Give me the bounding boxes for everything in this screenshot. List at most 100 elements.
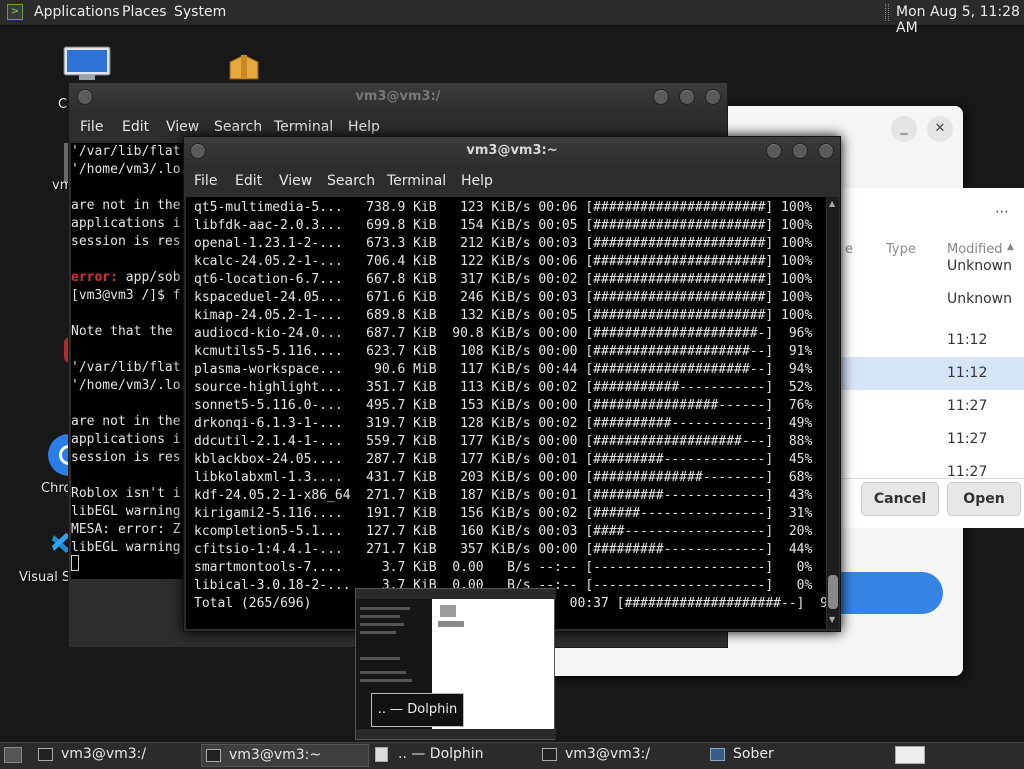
terminal-line: sonnet5-5.116.0-... 495.7 KiB 153 KiB/s … [194, 398, 813, 413]
file-row[interactable]: Unknown [841, 291, 1024, 324]
menu-edit[interactable]: Edit [122, 119, 149, 135]
terminal-line: Roblox isn't i [71, 486, 181, 501]
file-row[interactable]: 11:12 [841, 357, 1024, 390]
column-type-header[interactable]: Type [886, 242, 916, 257]
terminal-line: kcalc-24.05.2-1-... 706.4 KiB 122 KiB/s … [194, 254, 813, 269]
menu-search[interactable]: Search [327, 173, 375, 189]
terminal-line: session is res [71, 450, 181, 465]
terminal-line: kspaceduel-24.05... 671.6 KiB 246 KiB/s … [194, 290, 813, 305]
workspace-switcher-icon[interactable] [895, 746, 925, 764]
terminal-line: [vm3@vm3 /]$ f [71, 288, 181, 303]
maximize-icon[interactable] [679, 89, 695, 105]
terminal-line: are not in the [71, 198, 181, 213]
menu-view[interactable]: View [166, 119, 199, 135]
package-icon[interactable] [227, 52, 261, 82]
computer-icon[interactable] [63, 46, 111, 82]
terminal-line: kblackbox-24.05.... 287.7 KiB 177 KiB/s … [194, 452, 813, 467]
task-vm3-root[interactable]: vm3@vm3:/ [34, 744, 194, 767]
menu-system[interactable]: System [174, 4, 226, 20]
terminal-app-icon[interactable]: > [7, 4, 23, 20]
minimize-icon[interactable] [653, 89, 669, 105]
back-terminal-output[interactable]: '/var/lib/flat '/home/vm3/.lo are not in t… [71, 143, 183, 579]
maximize-icon[interactable] [792, 143, 808, 159]
menu-terminal[interactable]: Terminal [387, 173, 446, 189]
divider [841, 478, 1024, 479]
task-vm3-root-2[interactable]: vm3@vm3:/ [538, 744, 698, 767]
terminal-icon [542, 748, 557, 761]
task-label: vm3@vm3:~ [229, 747, 322, 763]
scroll-down-icon[interactable]: ▼ [829, 615, 835, 624]
dolphin-thumbnail[interactable]: .. — Dolphin [355, 588, 556, 740]
cancel-button[interactable]: Cancel [861, 482, 939, 516]
task-sober[interactable]: Sober [706, 744, 866, 767]
front-terminal-output[interactable]: qt5-multimedia-5... 738.9 KiB 123 KiB/s … [186, 197, 826, 629]
file-row[interactable]: 11:12 [841, 324, 1024, 357]
task-label: vm3@vm3:/ [565, 746, 651, 762]
terminal-line: Note that the [71, 324, 173, 339]
terminal-line: qt5-multimedia-5... 738.9 KiB 123 KiB/s … [194, 200, 813, 215]
menu-applications[interactable]: Applications [34, 4, 120, 20]
front-terminal-titlebar[interactable]: vm3@vm3:~ [184, 137, 840, 165]
scrollbar-thumb[interactable] [828, 575, 838, 609]
top-panel: > Applications Places System Mon Aug 5, … [0, 0, 1024, 36]
modified-cell: Unknown [947, 258, 1012, 274]
menu-places[interactable]: Places [122, 4, 167, 20]
modified-cell: 11:27 [947, 431, 988, 447]
menu-file[interactable]: File [80, 119, 103, 135]
minimize-icon[interactable] [766, 143, 782, 159]
menu-edit[interactable]: Edit [235, 173, 262, 189]
terminal-line: cfitsio-1:4.4.1-... 271.7 KiB 357 KiB/s … [194, 542, 813, 557]
scrollbar[interactable]: ▲ ▼ [827, 197, 839, 629]
show-desktop-icon[interactable] [4, 747, 22, 763]
terminal-line: libfdk-aac-2.0.3... 699.8 KiB 154 KiB/s … [194, 218, 813, 233]
terminal-line: qt6-location-6.7... 667.8 KiB 317 KiB/s … [194, 272, 813, 287]
column-size-header[interactable]: e [845, 242, 853, 257]
terminal-line: plasma-workspace... 90.6 MiB 117 KiB/s 0… [194, 362, 813, 377]
modified-cell: Unknown [947, 291, 1012, 307]
terminal-line: error: app/sob [71, 270, 181, 285]
terminal-line: kdf-24.05.2-1-x86_64 271.7 KiB 187 KiB/s… [194, 488, 813, 503]
dolphin-statusbar [356, 729, 556, 739]
back-terminal-titlebar[interactable]: vm3@vm3:/ [69, 83, 727, 111]
panel-separator [885, 4, 889, 21]
terminal-line: drkonqi-6.1.3-1-... 319.7 KiB 128 KiB/s … [194, 416, 813, 431]
file-row[interactable]: 11:27 [841, 390, 1024, 423]
folder-icon [440, 605, 456, 617]
close-icon[interactable]: ✕ [927, 116, 953, 142]
menu-view[interactable]: View [279, 173, 312, 189]
task-vm3-home[interactable]: vm3@vm3:~ [201, 744, 369, 767]
back-terminal-title: vm3@vm3:/ [355, 89, 441, 104]
terminal-line: MESA: error: Z [71, 522, 181, 537]
terminal-line: kimap-24.05.2-1-... 689.8 KiB 132 KiB/s … [194, 308, 813, 323]
menu-search[interactable]: Search [214, 119, 262, 135]
menu-file[interactable]: File [194, 173, 217, 189]
terminal-line: '/var/lib/flat [71, 360, 181, 375]
terminal-line: libkolabxml-1.3.... 431.7 KiB 203 KiB/s … [194, 470, 813, 485]
open-button[interactable]: Open [947, 482, 1021, 516]
menu-help[interactable]: Help [461, 173, 493, 189]
menu-terminal[interactable]: Terminal [274, 119, 333, 135]
minimize-icon[interactable]: _ [891, 116, 917, 142]
file-row[interactable]: Unknown [841, 258, 1024, 291]
task-label: .. — Dolphin [398, 746, 484, 762]
window-menu-icon[interactable] [77, 89, 93, 105]
scroll-up-icon[interactable]: ▲ [829, 199, 835, 208]
terminal-line: audiocd-kio-24.0... 687.7 KiB 90.8 KiB/s… [194, 326, 813, 341]
clock[interactable]: Mon Aug 5, 11:28 AM [896, 4, 1024, 36]
taskbar: vm3@vm3:/ vm3@vm3:~ .. — Dolphin vm3@vm3… [0, 742, 1024, 769]
close-icon[interactable] [818, 143, 834, 159]
column-modified-header[interactable]: Modified [947, 242, 1002, 257]
task-dolphin[interactable]: .. — Dolphin [371, 744, 531, 767]
window-icon [710, 748, 725, 761]
modified-cell: 11:12 [947, 332, 988, 348]
close-icon[interactable] [705, 89, 721, 105]
terminal-line: libEGL warning [71, 540, 181, 555]
grid-view-icon[interactable]: ⋯ [995, 204, 1009, 220]
file-row[interactable]: 11:27 [841, 423, 1024, 456]
terminal-line: kcmutils5-5.116.... 623.7 KiB 108 KiB/s … [194, 344, 813, 359]
front-terminal-title: vm3@vm3:~ [466, 143, 558, 158]
window-menu-icon[interactable] [190, 143, 206, 159]
terminal-line: applications i [71, 432, 181, 447]
terminal-line: session is res [71, 234, 181, 249]
menu-help[interactable]: Help [348, 119, 380, 135]
